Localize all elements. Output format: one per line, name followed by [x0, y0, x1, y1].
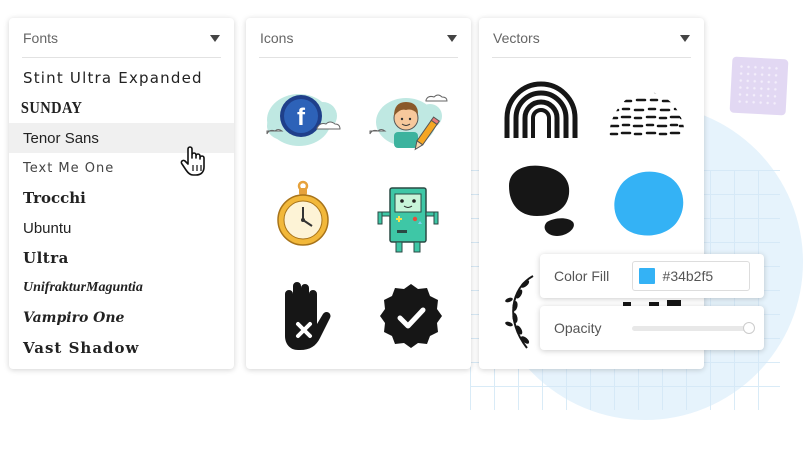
- font-item-stint-ultra-expanded[interactable]: Stint Ultra Expanded: [9, 63, 234, 93]
- vectors-panel-header[interactable]: Vectors: [479, 18, 704, 58]
- font-item-trocchi[interactable]: Trocchi: [9, 183, 234, 213]
- dotted-dome-vector[interactable]: [607, 80, 687, 145]
- color-fill-input[interactable]: #34b2f5: [631, 261, 750, 291]
- decorative-square: [729, 56, 789, 116]
- fonts-panel: Fonts Stint Ultra Expanded SUNDAY Tenor …: [9, 18, 234, 369]
- color-swatch[interactable]: [638, 268, 655, 284]
- font-item-ubuntu[interactable]: Ubuntu: [9, 213, 234, 243]
- font-item-unifrakturmaguntia[interactable]: UnifrakturMaguntia: [9, 273, 234, 303]
- opacity-slider-thumb[interactable]: [743, 321, 755, 334]
- opacity-slider[interactable]: [632, 321, 755, 334]
- svg-text:f: f: [297, 104, 306, 131]
- hand-cursor-icon: [180, 146, 205, 176]
- font-item-ultra[interactable]: Ultra: [9, 243, 234, 273]
- fonts-panel-title: Fonts: [23, 30, 59, 46]
- icons-panel-header[interactable]: Icons: [246, 18, 471, 58]
- robot-icon[interactable]: [366, 174, 456, 264]
- font-item-vast-shadow[interactable]: Vast Shadow: [9, 333, 234, 363]
- icons-panel-title: Icons: [260, 30, 294, 46]
- black-blob-vector[interactable]: [503, 160, 583, 245]
- blue-blob-vector[interactable]: [609, 166, 689, 247]
- hand-x-icon[interactable]: [261, 272, 351, 362]
- pocket-watch-icon[interactable]: [261, 174, 351, 264]
- color-hex-value[interactable]: #34b2f5: [663, 268, 714, 284]
- icons-panel: Icons f: [246, 18, 471, 369]
- facebook-cloud-icon[interactable]: f: [261, 76, 351, 166]
- font-list: Stint Ultra Expanded SUNDAY Tenor Sans T…: [9, 63, 234, 363]
- chevron-down-icon[interactable]: [210, 34, 220, 42]
- opacity-control: Opacity: [540, 306, 764, 350]
- rainbow-arcs-vector[interactable]: [501, 80, 581, 145]
- avatar-pencil-icon[interactable]: [366, 76, 456, 166]
- chevron-down-icon[interactable]: [680, 34, 690, 42]
- vectors-panel-title: Vectors: [493, 30, 540, 46]
- font-item-sunday[interactable]: SUNDAY: [9, 93, 200, 123]
- fonts-panel-header[interactable]: Fonts: [9, 18, 234, 58]
- color-fill-label: Color Fill: [554, 268, 610, 284]
- opacity-label: Opacity: [554, 320, 602, 336]
- color-fill-control: Color Fill #34b2f5: [540, 254, 764, 298]
- font-item-vampiro-one[interactable]: Vampiro One: [9, 303, 234, 333]
- check-badge-icon[interactable]: [366, 272, 456, 362]
- chevron-down-icon[interactable]: [447, 34, 457, 42]
